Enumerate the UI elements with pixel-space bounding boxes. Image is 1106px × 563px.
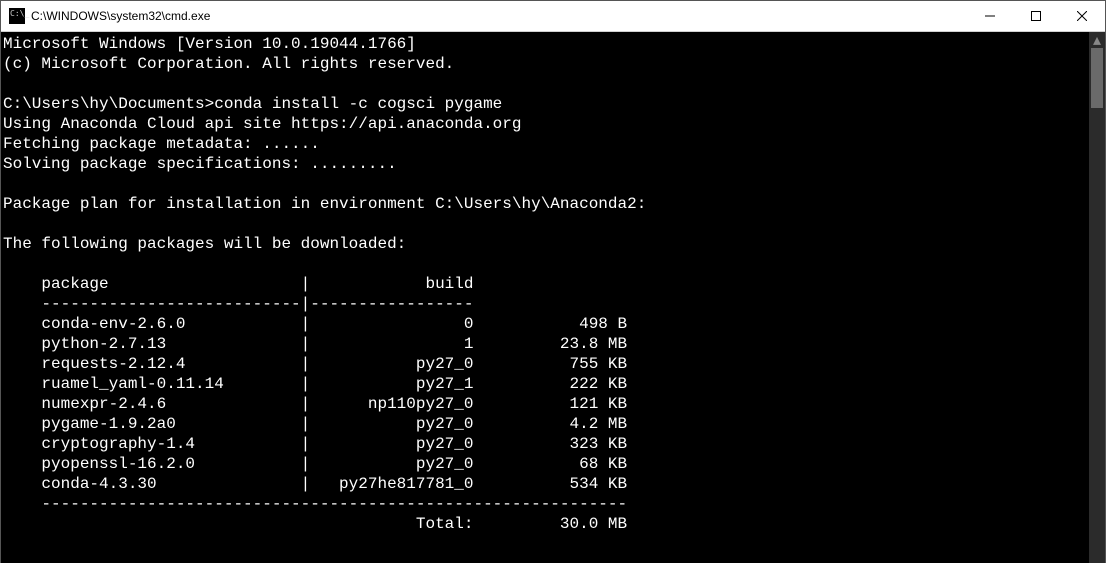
minimize-button[interactable] <box>967 1 1013 31</box>
close-button[interactable] <box>1059 1 1105 31</box>
scroll-thumb[interactable] <box>1091 48 1103 108</box>
scroll-up-arrow[interactable]: ▴ <box>1089 32 1105 48</box>
cmd-icon <box>9 8 25 24</box>
terminal-output[interactable]: Microsoft Windows [Version 10.0.19044.17… <box>1 32 1089 563</box>
vertical-scrollbar[interactable]: ▴ <box>1089 32 1105 563</box>
maximize-button[interactable] <box>1013 1 1059 31</box>
window-title: C:\WINDOWS\system32\cmd.exe <box>31 9 210 23</box>
window-titlebar: C:\WINDOWS\system32\cmd.exe <box>1 1 1105 32</box>
